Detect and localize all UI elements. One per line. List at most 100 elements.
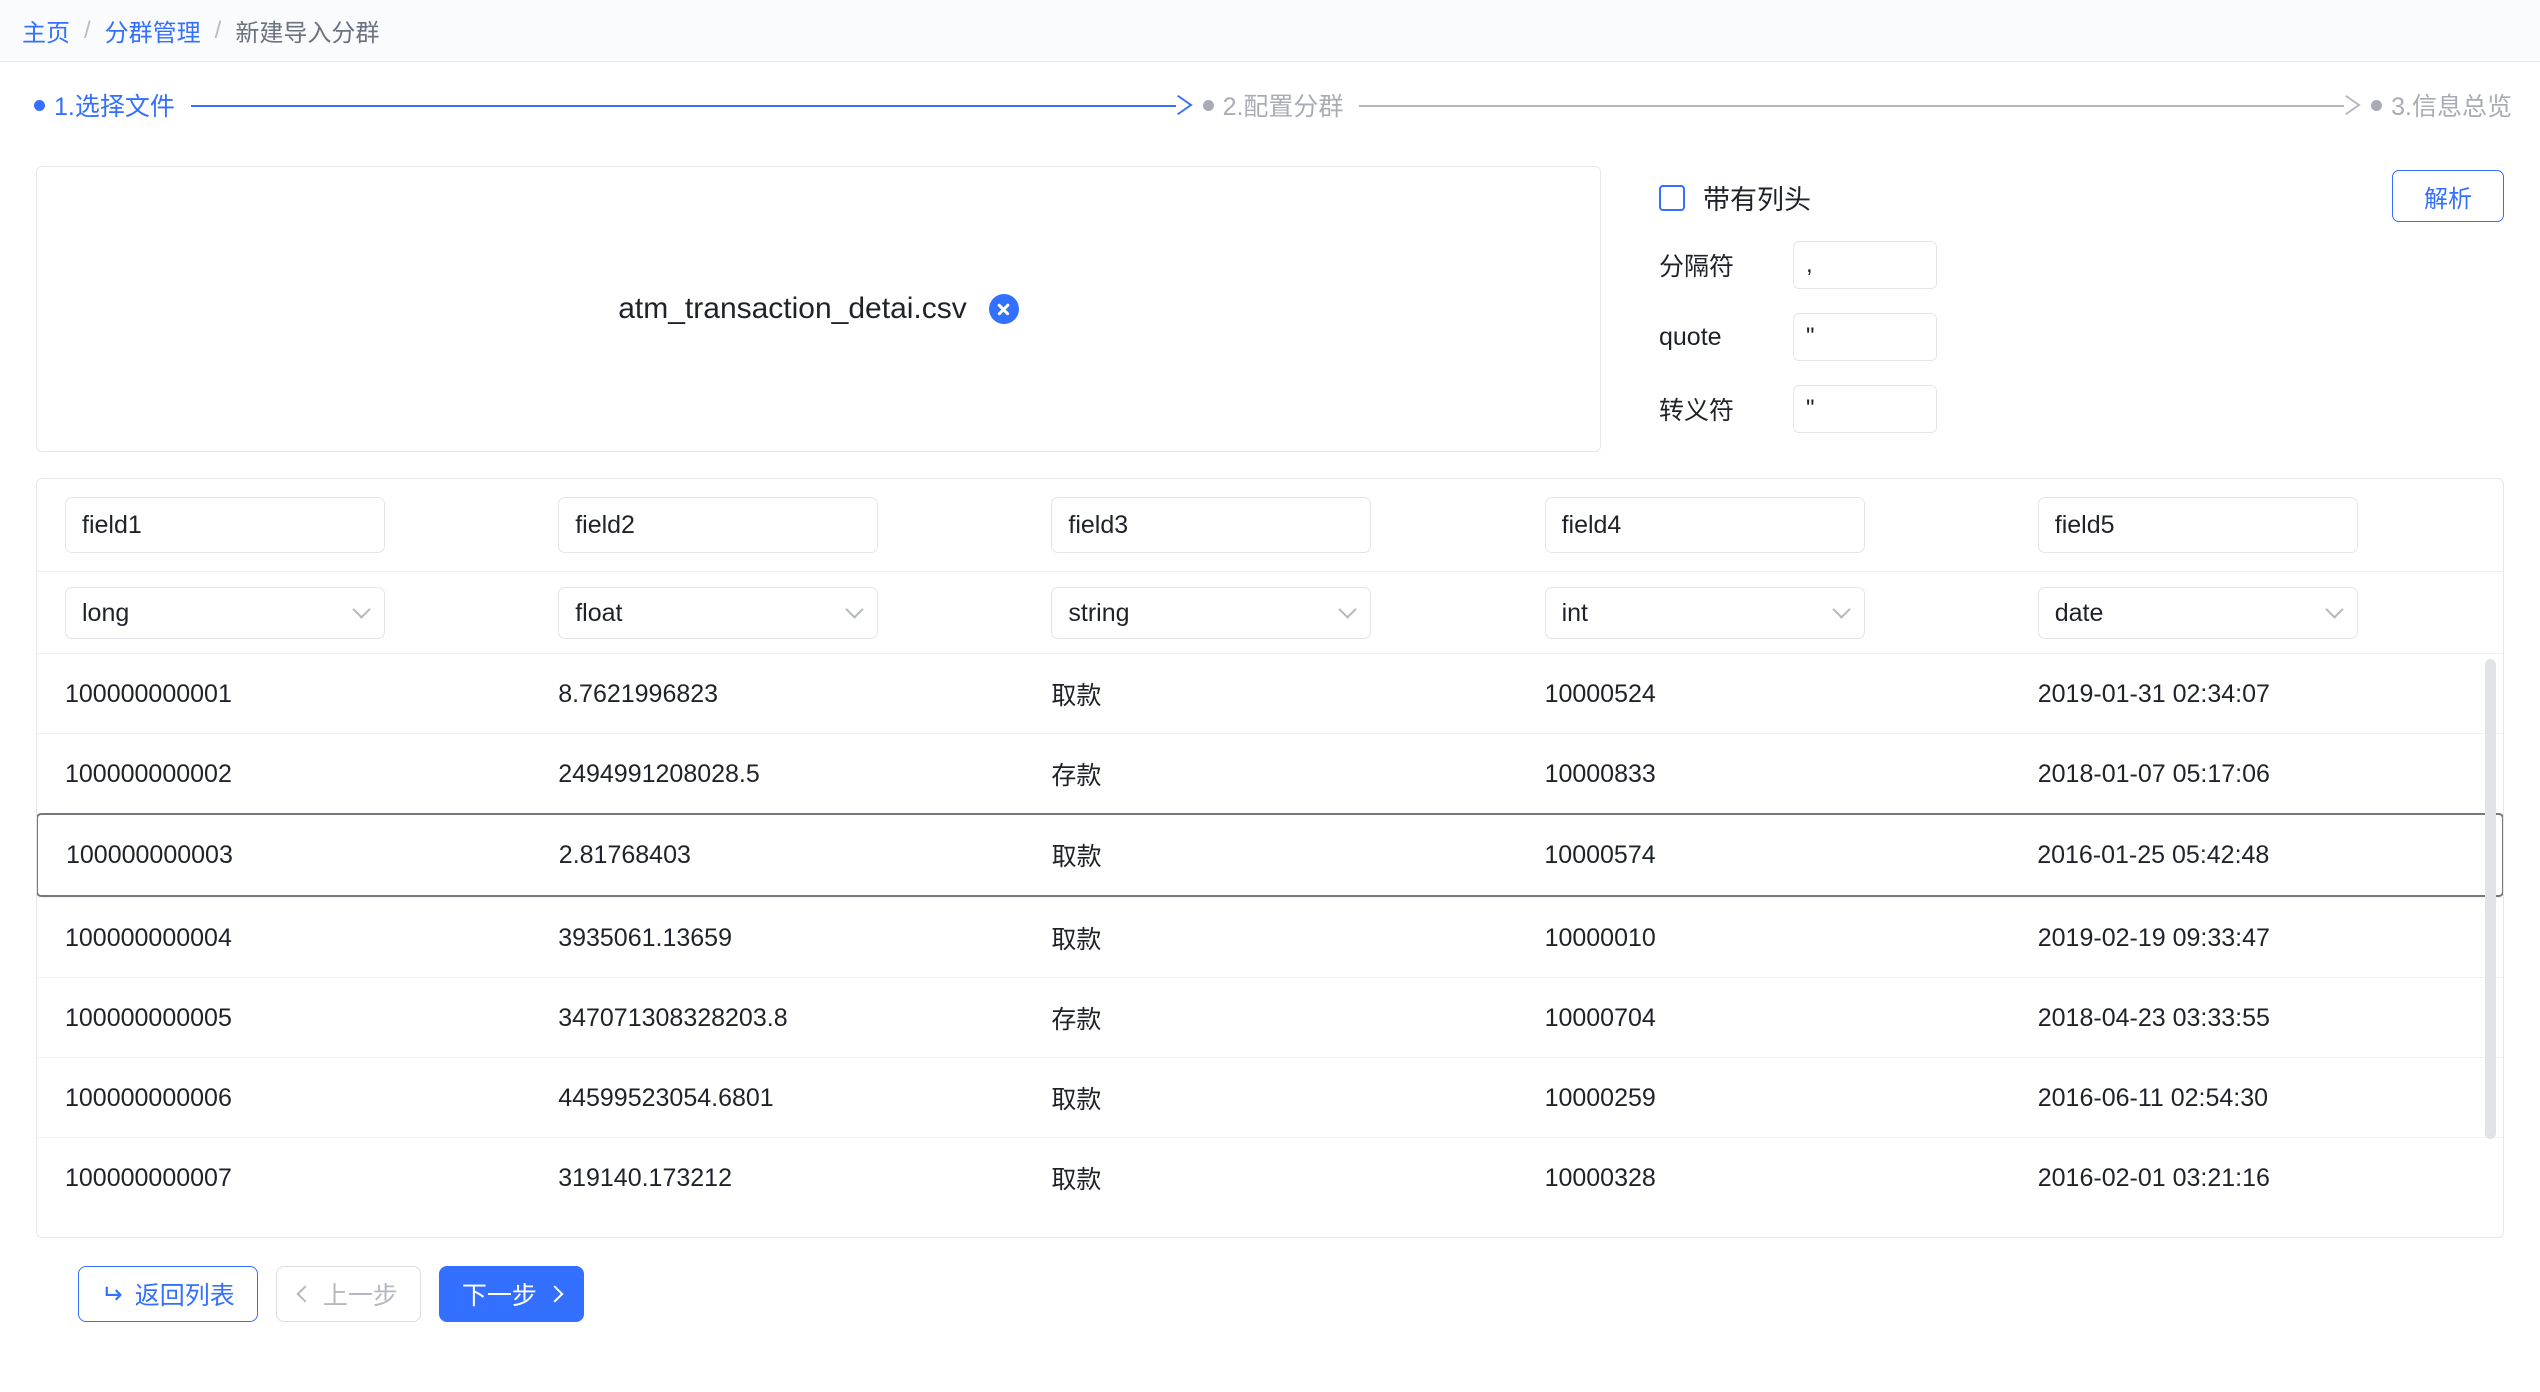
chevron-down-icon	[2325, 599, 2344, 619]
delimiter-row: 分隔符	[1659, 241, 2504, 289]
chevron-right-icon	[546, 1285, 564, 1303]
table-cell: 347071308328203.8	[558, 1003, 788, 1032]
field-name-input-3[interactable]	[1051, 497, 1372, 553]
table-row[interactable]: 100000000006 44599523054.6801 取款 1000025…	[37, 1057, 2503, 1137]
table-cell: 100000000005	[65, 1003, 232, 1032]
next-step-label: 下一步	[461, 1282, 537, 1310]
field-name-input-4[interactable]	[1544, 497, 1865, 553]
breadcrumb-separator: /	[84, 16, 91, 44]
chevron-down-icon	[1831, 599, 1851, 619]
field-name-row	[37, 479, 2503, 571]
quote-row: quote	[1659, 313, 2504, 361]
step-label: 2.配置分群	[1222, 93, 1344, 121]
delimiter-input[interactable]	[1793, 241, 1937, 289]
field-type-cell: float	[530, 572, 1023, 654]
upload-section: atm_transaction_detai.csv 带有列头 解析 分隔符 qu…	[0, 166, 2540, 452]
chevron-down-icon	[1338, 599, 1358, 619]
uploaded-file-row: atm_transaction_detai.csv	[618, 292, 1019, 326]
step-connector-arrow-icon	[190, 92, 1187, 118]
parse-settings-panel: 带有列头 解析 分隔符 quote 转义符	[1601, 166, 2504, 433]
table-cell: 2019-02-19 09:33:47	[2037, 923, 2270, 952]
step-label: 1.选择文件	[54, 93, 175, 121]
preview-table: long float string int date	[36, 478, 2504, 1238]
file-name-label: atm_transaction_detai.csv	[618, 292, 967, 325]
table-cell: 100000000001	[65, 679, 232, 708]
table-scrollbar-thumb[interactable]	[2485, 659, 2496, 1139]
escape-input[interactable]	[1793, 385, 1937, 433]
table-cell: 2494991208028.5	[558, 759, 760, 788]
field-type-value: long	[82, 598, 130, 627]
table-cell: 2019-01-31 02:34:07	[2037, 679, 2270, 708]
file-drop-zone[interactable]: atm_transaction_detai.csv	[36, 166, 1601, 452]
field-type-select-4[interactable]: int	[1544, 587, 1865, 639]
field-type-select-1[interactable]: long	[65, 587, 385, 639]
field-name-cell	[2010, 479, 2503, 571]
table-cell: 取款	[1051, 843, 1102, 871]
table-cell: 2.81768403	[558, 840, 691, 869]
field-type-value: int	[1561, 598, 1588, 627]
field-type-select-3[interactable]: string	[1051, 587, 1372, 639]
field-name-input-5[interactable]	[2037, 497, 2358, 553]
close-circle-icon[interactable]	[988, 294, 1019, 324]
table-cell: 10000259	[1544, 1083, 1656, 1112]
with-header-checkbox[interactable]	[1659, 184, 1685, 211]
table-cell: 44599523054.6801	[558, 1083, 774, 1112]
table-cell: 2018-01-07 05:17:06	[2037, 759, 2270, 788]
breadcrumb-separator: /	[214, 16, 222, 44]
table-cell: 10000524	[1544, 679, 1656, 708]
field-type-cell: int	[1517, 572, 2010, 654]
table-row[interactable]: 100000000002 2494991208028.5 存款 10000833…	[37, 733, 2503, 813]
table-cell: 10000328	[1544, 1163, 1656, 1192]
table-cell: 2016-01-25 05:42:48	[2037, 840, 2270, 869]
table-row[interactable]: 100000000001 8.7621996823 取款 10000524 20…	[37, 653, 2503, 733]
parse-button[interactable]: 解析	[2392, 170, 2504, 222]
table-row-selected[interactable]: 100000000003 2.81768403 取款 10000574 2016…	[37, 813, 2503, 897]
table-cell: 2016-02-01 03:21:16	[2037, 1163, 2270, 1192]
chevron-left-icon	[296, 1285, 314, 1303]
previous-step-button[interactable]: 上一步	[275, 1266, 421, 1322]
next-step-button[interactable]: 下一步	[438, 1266, 584, 1322]
field-type-select-5[interactable]: date	[2037, 587, 2358, 639]
breadcrumb: 主页 / 分群管理 / 新建导入分群	[0, 0, 2540, 62]
step-configure-group[interactable]: 2.配置分群	[1202, 87, 1344, 123]
undo-arrow-icon: ↵	[101, 1279, 123, 1309]
escape-row: 转义符	[1659, 385, 2504, 433]
table-cell: 10000574	[1544, 840, 1656, 869]
field-name-cell	[1517, 479, 2010, 571]
table-cell: 8.7621996823	[558, 679, 719, 708]
step-information-overview[interactable]: 3.信息总览	[2371, 87, 2512, 123]
table-row[interactable]: 100000000005 347071308328203.8 存款 100007…	[37, 977, 2503, 1057]
field-type-cell: string	[1023, 572, 1516, 654]
table-row[interactable]: 100000000004 3935061.13659 取款 10000010 2…	[37, 897, 2503, 977]
quote-input[interactable]	[1793, 313, 1937, 361]
field-name-input-2[interactable]	[558, 497, 879, 553]
back-to-list-label: 返回列表	[134, 1282, 235, 1310]
table-cell: 10000704	[1544, 1003, 1656, 1032]
field-type-select-2[interactable]: float	[558, 587, 879, 639]
field-type-value: date	[2054, 598, 2104, 627]
field-type-row: long float string int date	[37, 571, 2503, 653]
table-cell: 存款	[1051, 762, 1102, 790]
table-cell: 3935061.13659	[558, 923, 732, 952]
table-cell: 10000010	[1544, 923, 1656, 952]
table-cell: 100000000006	[65, 1083, 232, 1112]
table-cell: 100000000002	[65, 759, 232, 788]
delimiter-label: 分隔符	[1659, 253, 1735, 281]
breadcrumb-item-group-management[interactable]: 分群管理	[105, 13, 201, 48]
table-row[interactable]: 100000000007 319140.173212 取款 10000328 2…	[37, 1137, 2503, 1217]
previous-step-label: 上一步	[322, 1282, 398, 1310]
breadcrumb-item-home[interactable]: 主页	[22, 13, 70, 48]
step-select-file[interactable]: 1.选择文件	[34, 87, 175, 123]
escape-label: 转义符	[1659, 397, 1735, 425]
table-cell: 100000000003	[66, 840, 233, 869]
field-type-cell: date	[2010, 572, 2503, 654]
table-scrollbar[interactable]	[2485, 575, 2496, 1233]
quote-label: quote	[1659, 322, 1722, 351]
wizard-footer: ↵ 返回列表 上一步 下一步	[0, 1238, 2540, 1322]
table-cell: 取款	[1051, 1086, 1102, 1114]
field-name-input-1[interactable]	[65, 497, 385, 553]
table-cell: 100000000007	[65, 1163, 232, 1192]
table-cell: 2016-06-11 02:54:30	[2037, 1083, 2269, 1112]
back-to-list-button[interactable]: ↵ 返回列表	[78, 1266, 258, 1322]
step-label: 3.信息总览	[2391, 93, 2513, 121]
